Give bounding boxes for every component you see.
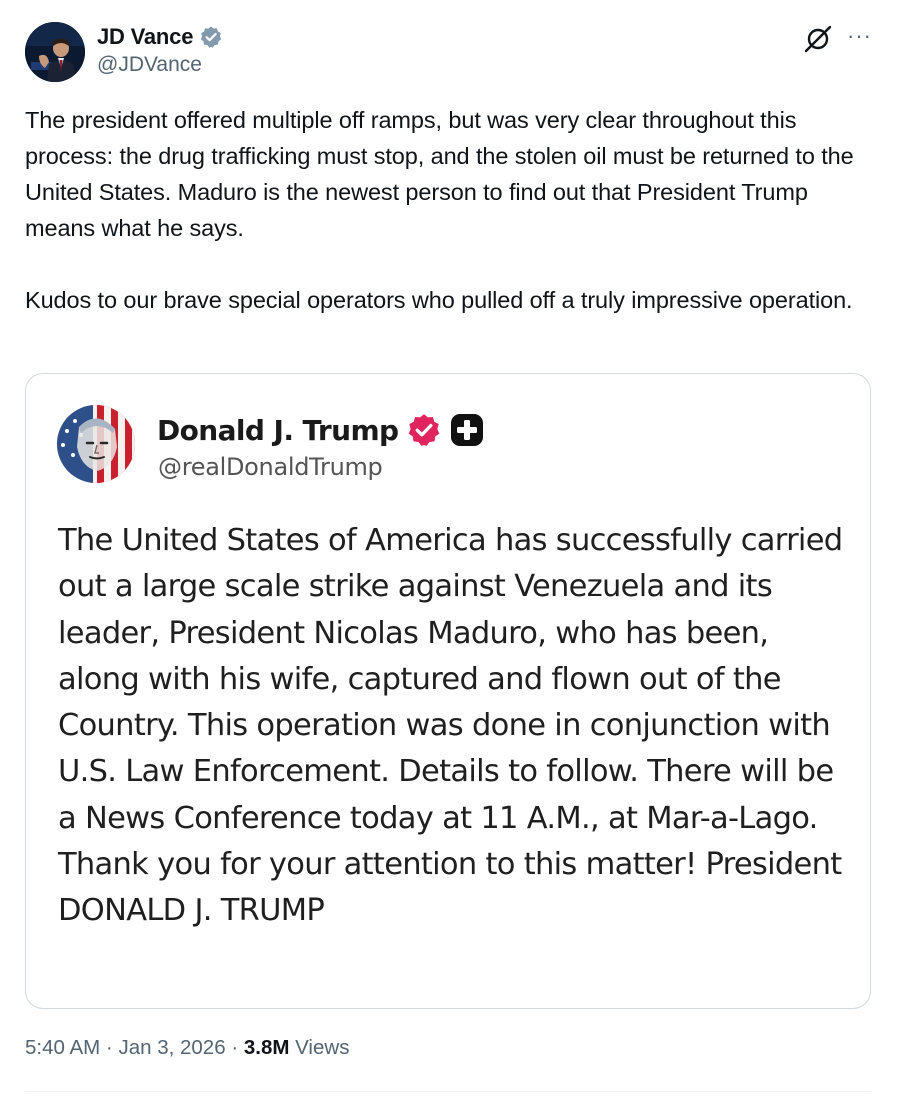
quote-author-avatar[interactable] <box>57 405 135 483</box>
tweet-meta: 5:40 AM · Jan 3, 2026 · 3.8M Views <box>25 1036 349 1060</box>
meta-separator: · <box>231 1036 239 1059</box>
author-name[interactable]: JD Vance <box>97 24 193 50</box>
tweet-paragraph-2: Kudos to our brave special operators who… <box>25 287 853 313</box>
truth-plus-icon <box>450 413 484 447</box>
author-handle[interactable]: @JDVance <box>97 53 202 77</box>
header-actions: ··· <box>803 24 872 54</box>
quote-text: The United States of America has success… <box>58 523 843 929</box>
quoted-post-card[interactable]: Donald J. Trump @realDonaldTrump The Uni… <box>25 373 871 1009</box>
grok-icon[interactable] <box>803 24 833 54</box>
author-name-row: JD Vance <box>97 22 223 52</box>
verified-badge-icon <box>199 25 223 49</box>
profile-photo-icon <box>25 22 85 82</box>
author-avatar[interactable] <box>25 22 85 82</box>
tweet-date[interactable]: Jan 3, 2026 <box>118 1036 225 1059</box>
views-count: 3.8M <box>243 1036 290 1059</box>
profile-photo-icon <box>57 405 135 483</box>
views-label: Views <box>295 1036 350 1059</box>
tweet-time[interactable]: 5:40 AM <box>25 1036 100 1059</box>
verified-badge-icon <box>406 412 442 448</box>
tweet: JD Vance @JDVance ··· The president offe… <box>0 0 910 1096</box>
quote-author-name[interactable]: Donald J. Trump <box>157 414 399 447</box>
divider <box>25 1091 871 1092</box>
quote-author-handle[interactable]: @realDonaldTrump <box>158 453 383 481</box>
tweet-paragraph-1: The president offered multiple off ramps… <box>25 107 854 241</box>
more-icon[interactable]: ··· <box>847 25 872 47</box>
meta-separator: · <box>105 1036 113 1059</box>
tweet-text: The president offered multiple off ramps… <box>25 102 875 318</box>
quote-name-row: Donald J. Trump <box>157 410 484 450</box>
